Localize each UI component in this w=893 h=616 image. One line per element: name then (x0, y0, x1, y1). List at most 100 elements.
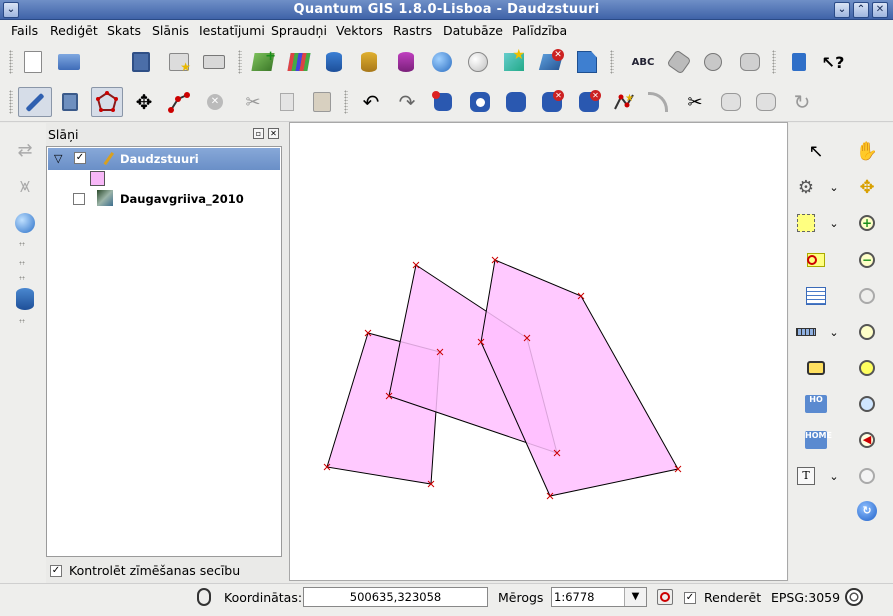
zoom-selection-icon[interactable] (854, 283, 880, 309)
redo-icon[interactable]: ↷ (394, 89, 420, 115)
toolbar-grip[interactable] (344, 90, 348, 114)
toolbar-grip[interactable] (19, 242, 25, 246)
histogram-icon[interactable]: ⩙ (12, 173, 38, 199)
close-button[interactable]: ✕ (872, 2, 888, 18)
add-feature-icon[interactable] (91, 87, 123, 117)
refresh-icon[interactable]: ↻ (854, 498, 880, 524)
add-postgis-layer-icon[interactable] (321, 49, 347, 75)
identify-icon[interactable]: ↖ (803, 138, 829, 164)
paste-features-icon[interactable] (309, 89, 335, 115)
chevron-down-icon[interactable]: ▼ (624, 588, 646, 606)
undo-icon[interactable]: ↶ (358, 89, 384, 115)
new-bookmark-icon[interactable]: HO (803, 391, 829, 417)
chevron-down-icon[interactable]: ⌄ (821, 463, 847, 489)
print-icon[interactable] (201, 49, 227, 75)
menu-raster[interactable]: Rastrs (393, 23, 432, 38)
show-bookmarks-icon[interactable]: HOME (803, 427, 832, 453)
select-features-icon[interactable] (793, 210, 819, 236)
zoom-layer-icon[interactable] (854, 355, 880, 381)
remove-layer-icon[interactable]: ✕ (538, 49, 564, 75)
merge-features-icon[interactable] (718, 89, 744, 115)
move-feature-icon[interactable]: ✥ (131, 89, 157, 115)
delete-part-icon[interactable]: ✕ (576, 89, 602, 115)
simplify-feature-icon[interactable] (430, 89, 456, 115)
add-ring-icon[interactable] (467, 89, 493, 115)
float-panel-icon[interactable]: ▫ (253, 128, 264, 139)
toolbar-grip[interactable] (19, 319, 25, 323)
crs-label[interactable]: EPSG:3059 (771, 590, 840, 605)
menu-file[interactable]: Fails (11, 23, 38, 38)
text-annotation-icon[interactable]: T (793, 463, 819, 489)
menu-plugins[interactable]: Spraudņi (271, 23, 327, 38)
menu-help[interactable]: Palīdzība (512, 23, 567, 38)
layer-row-daudzstuuri[interactable]: ▽ ✓ Daudzstuuri (48, 148, 280, 170)
toolbar-grip[interactable] (19, 261, 25, 265)
collapse-arrow-icon[interactable]: ▽ (54, 152, 62, 165)
pan-to-selection-icon[interactable]: ✥ (854, 174, 880, 200)
map-tips-icon[interactable] (803, 355, 829, 381)
save-as-icon[interactable]: ★ (166, 49, 192, 75)
zoom-native-icon[interactable] (854, 391, 880, 417)
minimize-button[interactable]: ⌄ (834, 2, 850, 18)
new-shapefile-layer-icon[interactable]: ★ (501, 47, 527, 75)
zoom-in-icon[interactable]: + (854, 210, 880, 236)
python-icon[interactable] (737, 49, 763, 75)
copy-features-icon[interactable] (274, 89, 300, 115)
delete-selected-icon[interactable]: ✕ (202, 89, 228, 115)
reshape-feature-icon[interactable]: ★ (611, 89, 637, 115)
chevron-down-icon[interactable]: ⌄ (821, 319, 847, 345)
measure-line-icon[interactable]: ⇄ (12, 137, 38, 163)
add-raster-layer-icon[interactable] (286, 49, 312, 75)
save-project-icon[interactable] (128, 49, 154, 75)
toolbar-grip[interactable] (9, 50, 13, 74)
menu-settings[interactable]: Iestatījumi (199, 23, 265, 38)
close-panel-icon[interactable]: ✕ (268, 128, 279, 139)
delete-ring-icon[interactable]: ✕ (539, 89, 565, 115)
add-wfs-layer-icon[interactable] (465, 49, 491, 75)
layers-tree[interactable]: ▽ ✓ Daudzstuuri Daugavgriiva_2010 (46, 146, 282, 557)
toolbar-grip[interactable] (772, 50, 776, 74)
rotate-symbols-icon[interactable]: ↻ (789, 89, 815, 115)
offset-curve-icon[interactable] (645, 89, 671, 115)
whats-this-icon[interactable]: ↖? (820, 49, 846, 75)
cut-features-icon[interactable]: ✂ (240, 89, 266, 115)
save-edits-icon[interactable] (57, 89, 83, 115)
menu-view[interactable]: Skats (107, 23, 141, 38)
deselect-icon[interactable] (803, 247, 829, 273)
zoom-next-icon[interactable] (854, 463, 880, 489)
measure-icon[interactable] (793, 319, 819, 345)
stop-render-icon[interactable] (655, 587, 675, 607)
maximize-button[interactable]: ⌃ (853, 2, 869, 18)
menu-layer[interactable]: Slānis (152, 23, 189, 38)
new-project-icon[interactable] (20, 49, 46, 75)
map-canvas[interactable] (289, 122, 788, 581)
node-tool-icon[interactable] (166, 89, 192, 115)
action-gear-icon[interactable]: ⚙ (793, 174, 819, 200)
add-spatialite-layer-icon[interactable] (356, 49, 382, 75)
pan-icon[interactable]: ✋ (854, 138, 880, 164)
spell-check-icon[interactable]: ABC (630, 49, 656, 75)
zoom-last-icon[interactable]: ◀ (854, 427, 880, 453)
globe-icon[interactable] (12, 210, 38, 236)
new-gpx-layer-icon[interactable] (574, 49, 600, 75)
crs-status-icon[interactable] (843, 586, 865, 608)
toolbar-grip[interactable] (9, 90, 13, 114)
layer-visibility-checkbox[interactable] (73, 193, 85, 205)
toolbar-grip[interactable] (610, 50, 614, 74)
add-part-icon[interactable] (503, 89, 529, 115)
open-project-icon[interactable] (56, 49, 82, 75)
menu-vector[interactable]: Vektors (336, 23, 383, 38)
coord-field[interactable]: 500635,323058 (303, 587, 488, 607)
plugin-icon[interactable] (666, 49, 692, 75)
toolbar-grip[interactable] (238, 50, 242, 74)
chevron-down-icon[interactable]: ⌄ (821, 174, 847, 200)
merge-attributes-icon[interactable] (753, 89, 779, 115)
attribute-table-icon[interactable] (803, 283, 829, 309)
chevron-down-icon[interactable]: ⌄ (821, 210, 847, 236)
drawing-order-checkbox[interactable]: ✓ (50, 565, 62, 577)
toolbar-grip[interactable] (19, 276, 25, 280)
scale-combobox[interactable]: 1:6778 ▼ (551, 587, 647, 607)
add-wms-layer-icon[interactable] (429, 49, 455, 75)
layer-visibility-checkbox[interactable]: ✓ (74, 152, 86, 164)
help-book-icon[interactable] (786, 49, 812, 75)
